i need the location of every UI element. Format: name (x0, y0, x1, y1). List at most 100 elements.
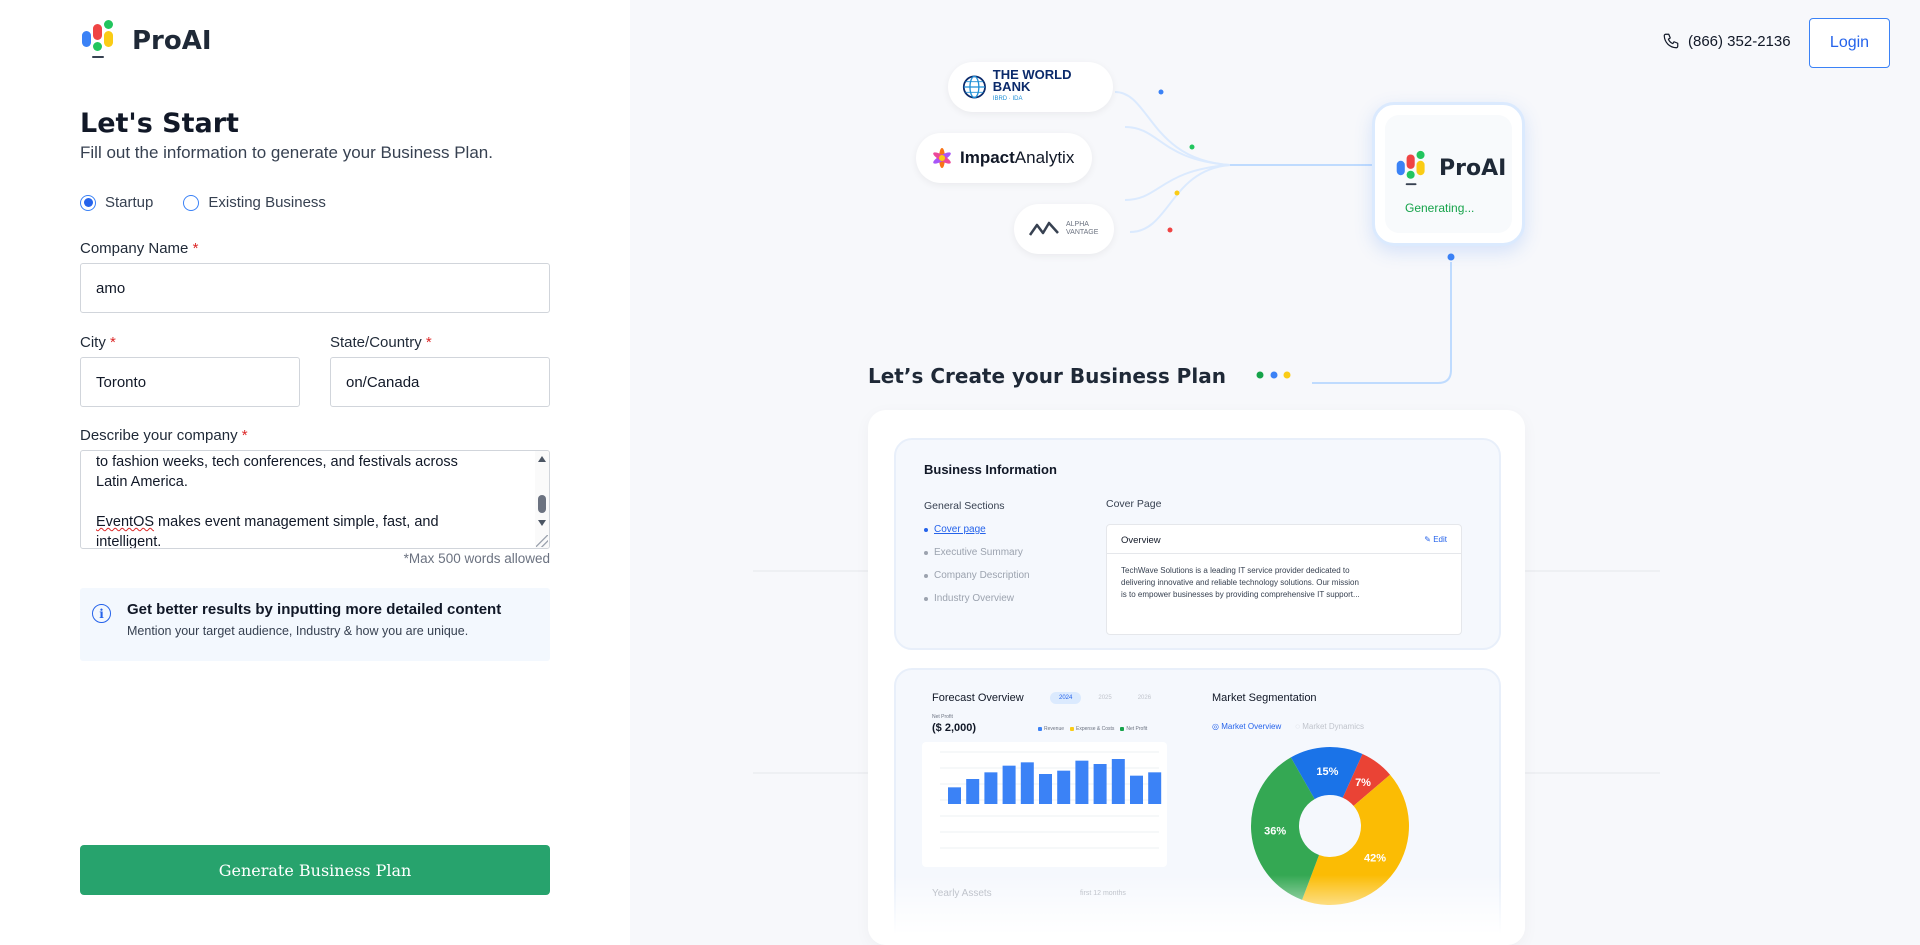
forecast-bar (1002, 765, 1016, 804)
forecast-legend: Revenue Expense & Costs Net Profit (1038, 726, 1147, 732)
textarea-scrollbar[interactable] (535, 451, 549, 548)
pie-slice-label: 36% (1264, 825, 1286, 837)
describe-line-2: Latin America. (96, 474, 188, 490)
resize-handle-icon[interactable] (536, 535, 548, 547)
section-list: Cover page Executive Summary Company Des… (924, 524, 1030, 616)
required-mark: * (110, 334, 116, 351)
form-panel: ProAI Let's Start Fill out the informati… (0, 0, 630, 945)
company-name-value: amo (96, 279, 126, 297)
section-cover-page[interactable]: Cover page (924, 524, 1030, 535)
overview-edit-label: Edit (1433, 535, 1447, 544)
company-name-input[interactable]: amo (80, 263, 550, 313)
year-tab-2026[interactable]: 2026 (1129, 692, 1160, 704)
describe-misspelled-word: EventOS (96, 514, 155, 530)
describe-line-1: to fashion weeks, tech conferences, and … (96, 454, 458, 470)
section-company-description[interactable]: Company Description (924, 570, 1030, 581)
legend-net-profit-label: Net Profit (1126, 726, 1148, 732)
overview-divider (1107, 553, 1461, 554)
year-tab-2024[interactable]: 2024 (1050, 692, 1082, 704)
radio-existing-label: Existing Business (208, 194, 326, 211)
forecast-bar (1075, 760, 1089, 804)
tab-market-dynamics[interactable]: ◌ Market Dynamics (1295, 722, 1364, 731)
city-value: Toronto (96, 373, 147, 391)
forecast-bar (948, 787, 961, 804)
state-country-label-text: State/Country (330, 334, 422, 351)
radio-existing-circle[interactable] (183, 194, 200, 211)
required-mark: * (241, 427, 248, 444)
generating-status: Generating... (1405, 201, 1475, 215)
business-information-title: Business Information (924, 462, 1057, 477)
proai-generator-name: ProAI (1439, 155, 1507, 181)
describe-company-textarea[interactable]: to fashion weeks, tech conferences, and … (80, 450, 550, 549)
scroll-up-arrow-icon[interactable] (538, 456, 546, 462)
scroll-thumb[interactable] (538, 495, 546, 513)
tip-text: Mention your target audience, Industry &… (127, 624, 469, 638)
city-label: City * (80, 334, 116, 351)
phone-number: (866) 352-2136 (1688, 32, 1791, 50)
scroll-down-arrow-icon[interactable] (538, 520, 546, 526)
yearly-assets-title: Yearly Assets (932, 888, 992, 899)
max-words-hint: *Max 500 words allowed (403, 551, 550, 566)
legend-revenue-label: Revenue (1044, 726, 1065, 732)
page-title: Let's Start (80, 108, 239, 139)
impact-rest: Analytix (1014, 148, 1075, 167)
pie-slice-label: 15% (1316, 766, 1338, 778)
pie-slice-label: 42% (1364, 853, 1386, 865)
page-subtitle: Fill out the information to generate you… (80, 143, 493, 162)
alpha-vantage-source: ALPHA VANTAGE (1014, 204, 1114, 254)
describe-line-4: intelligent. (96, 534, 162, 549)
company-name-label-text: Company Name (80, 240, 189, 257)
preview-fade-overlay (868, 875, 1525, 945)
radio-startup-circle[interactable] (80, 194, 96, 211)
legend-expense: Expense & Costs (1070, 726, 1114, 732)
forecast-title: Forecast Overview (932, 692, 1024, 704)
radio-startup-label: Startup (105, 194, 154, 211)
describe-company-text: to fashion weeks, tech conferences, and … (96, 452, 516, 549)
pie-slice-label: 7% (1355, 777, 1371, 789)
forecast-bar (1111, 759, 1125, 804)
state-country-label: State/Country * (330, 334, 432, 351)
cover-page-label: Cover Page (1106, 498, 1162, 510)
overview-edit-button[interactable]: ✎ Edit (1424, 535, 1447, 544)
radio-startup[interactable]: Startup (80, 194, 153, 211)
brand-name: ProAI (132, 26, 212, 56)
city-input[interactable]: Toronto (80, 357, 300, 407)
legend-net-profit: Net Profit (1120, 726, 1147, 732)
required-mark: * (192, 240, 199, 257)
describe-company-label: Describe your company * (80, 427, 248, 444)
alpha-vantage-logo-icon (1028, 221, 1059, 236)
year-tab-2025[interactable]: 2025 (1089, 692, 1120, 704)
legend-expense-label: Expense & Costs (1076, 726, 1115, 732)
business-type-radio-group: Startup Existing Business (80, 194, 326, 211)
required-mark: * (425, 334, 432, 351)
impact-analytix-logo-icon (933, 148, 951, 168)
proai-generator-card: ProAI Generating... (1372, 102, 1525, 246)
forecast-bar (1020, 762, 1034, 804)
forecast-bar-chart (922, 742, 1167, 867)
world-bank-globe-icon (962, 75, 986, 99)
tab-market-overview[interactable]: ◎ Market Overview (1212, 722, 1281, 731)
business-information-card: Business Information General Sections Co… (894, 438, 1501, 650)
phone-contact[interactable]: (866) 352-2136 (1662, 32, 1791, 50)
proai-generator-logo: ProAI (1393, 149, 1506, 187)
edit-pencil-icon: ✎ (1424, 535, 1431, 544)
section-industry-overview[interactable]: Industry Overview (924, 593, 1030, 604)
radio-existing-business[interactable]: Existing Business (183, 194, 326, 211)
forecast-bar (984, 772, 998, 804)
net-profit-value: ($ 2,000) (932, 722, 977, 734)
tip-box: i Get better results by inputting more d… (80, 588, 550, 661)
company-name-label: Company Name * (80, 240, 198, 257)
generate-business-plan-button[interactable]: Generate Business Plan (80, 845, 550, 895)
login-button[interactable]: Login (1809, 18, 1890, 68)
world-bank-source: THE WORLD BANK IBRD · IDA (948, 62, 1113, 112)
brand-logo[interactable]: ProAI (80, 20, 212, 62)
forecast-bar (1148, 772, 1162, 804)
impact-analytix-source: ImpactAnalytix (916, 133, 1092, 183)
world-bank-name-text: THE WORLD BANK (992, 67, 1072, 94)
impact-bold: Impact (960, 148, 1015, 167)
state-country-input[interactable]: on/Canada (330, 357, 550, 407)
forecast-bar (1093, 764, 1107, 804)
alpha-vantage-name: ALPHA VANTAGE (1066, 221, 1098, 237)
proai-logo-icon (80, 20, 122, 62)
section-executive-summary[interactable]: Executive Summary (924, 547, 1030, 558)
